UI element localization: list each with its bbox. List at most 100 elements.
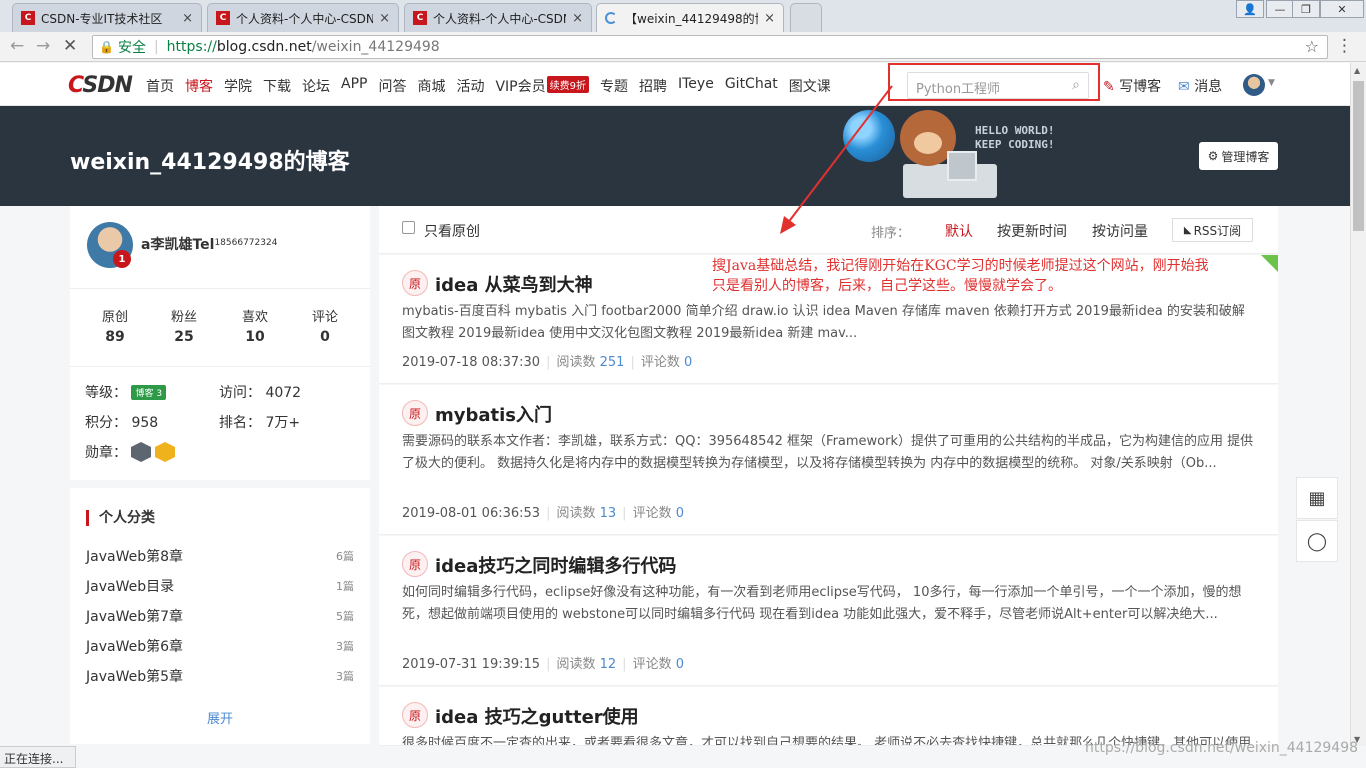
new-tab-button[interactable]	[790, 3, 822, 32]
tab-title: 个人资料-个人中心-CSDN	[236, 11, 374, 26]
close-tab-icon[interactable]: ×	[572, 11, 583, 26]
scrollbar-thumb[interactable]	[1353, 81, 1364, 231]
profile-card: 1 a李凯雄Tel18566772324 原创 89 粉丝 25 喜欢 10 评论 0 …	[70, 206, 370, 480]
sort-by-updated[interactable]: 按更新时间	[997, 221, 1067, 241]
nav-item-home[interactable]: 首页	[146, 76, 174, 109]
qr-code-icon[interactable]: ▦	[1296, 477, 1338, 519]
expand-link[interactable]: 展开	[70, 708, 370, 727]
gear-icon: ⚙	[1207, 149, 1219, 163]
article-item: 原 idea 技巧之gutter使用 很多时候百度不一定查的出来，或者要看很多文…	[379, 687, 1278, 746]
write-blog-link[interactable]: ✎ 写博客	[1103, 76, 1161, 96]
close-window-button[interactable]: ✕	[1320, 0, 1364, 18]
nav-item-forum[interactable]: 论坛	[302, 76, 330, 109]
url-input[interactable]: 🔒 安全 | https://blog.csdn.net/weixin_4412…	[92, 35, 1328, 59]
status-bar: 正在连接...	[0, 746, 76, 768]
pen-icon: ✎	[1103, 79, 1115, 95]
nav-item-topics[interactable]: 专题	[600, 76, 628, 109]
csdn-logo[interactable]: CSDN	[68, 73, 133, 98]
nav-item-qa[interactable]: 问答	[378, 76, 406, 109]
user-avatar[interactable]	[1243, 74, 1265, 96]
tab-title: 【weixin_44129498的博	[625, 11, 759, 26]
category-item[interactable]: JavaWeb第7章 5篇	[86, 606, 354, 626]
manage-blog-button[interactable]: ⚙ 管理博客	[1199, 142, 1278, 170]
profile-icon[interactable]: 👤	[1236, 0, 1264, 18]
article-summary[interactable]: mybatis-百度百科 mybatis 入门 footbar2000 简单介绍…	[402, 301, 1254, 345]
only-original-checkbox[interactable]	[402, 221, 415, 234]
article-title[interactable]: mybatis入门	[435, 401, 552, 427]
category-item[interactable]: JavaWeb目录 1篇	[86, 576, 354, 596]
address-toolbar: ← → ✕ 🔒 安全 | https://blog.csdn.net/weixi…	[0, 32, 1366, 62]
nav-item-blog[interactable]: 博客	[185, 76, 213, 109]
medal-icon[interactable]	[155, 442, 175, 462]
nav-item-app[interactable]: APP	[341, 76, 367, 109]
nav-menu: 首页 博客 学院 下载 论坛 APP 问答 商城 活动 VIP会员 续费9折 专题…	[146, 76, 842, 109]
url-path: /weixin_44129498	[311, 39, 440, 55]
browser-tab[interactable]: C CSDN-专业IT技术社区 ×	[12, 3, 202, 32]
close-tab-icon[interactable]: ×	[379, 11, 390, 26]
csdn-favicon-icon: C	[216, 11, 230, 25]
sort-default[interactable]: 默认	[945, 221, 973, 241]
minimize-button[interactable]: —	[1266, 0, 1294, 18]
url-protocol: https://	[166, 39, 217, 55]
visits-row: 访问： 4072	[219, 385, 302, 401]
tab-title: 个人资料-个人中心-CSDN	[433, 11, 567, 26]
article-summary[interactable]: 需要源码的联系本文作者：李凯雄，联系方式：QQ：395648542 框架（Fra…	[402, 431, 1254, 475]
nav-item-iteye[interactable]: ITeye	[678, 76, 714, 109]
rank-row: 排名： 7万+	[219, 415, 301, 431]
mail-icon: ✉	[1178, 79, 1190, 95]
search-input[interactable]: Python工程师 ⌕	[907, 72, 1089, 99]
stat-comments: 评论 0	[311, 310, 338, 345]
category-item[interactable]: JavaWeb第6章 3篇	[86, 636, 354, 656]
nav-item-vip[interactable]: VIP会员 续费9折	[495, 76, 589, 109]
stop-loading-button[interactable]: ✕	[63, 36, 77, 56]
forward-button[interactable]: →	[36, 36, 50, 56]
medals-row: 勋章：	[85, 442, 175, 462]
customer-service-icon[interactable]: ◯	[1296, 520, 1338, 562]
article-title[interactable]: idea 从菜鸟到大神	[435, 271, 593, 297]
category-item[interactable]: JavaWeb第5章 3篇	[86, 666, 354, 686]
vip-badge: 续费9折	[546, 76, 589, 93]
close-tab-icon[interactable]: ×	[182, 11, 193, 26]
medal-icon[interactable]	[131, 442, 151, 462]
chevron-down-icon[interactable]: ▼	[1268, 78, 1275, 88]
nav-item-mall[interactable]: 商城	[417, 76, 445, 109]
browser-tab-active[interactable]: 【weixin_44129498的博 ×	[596, 3, 784, 32]
browser-tab[interactable]: C 个人资料-个人中心-CSDN ×	[404, 3, 592, 32]
search-icon[interactable]: ⌕	[1072, 77, 1080, 93]
back-button[interactable]: ←	[10, 36, 24, 56]
red-annotation-text: 搜Java基础总结，我记得刚开始在KGC学习的时候老师提过这个网站，刚开始我只是…	[712, 258, 1209, 294]
nav-item-download[interactable]: 下载	[263, 76, 291, 109]
tab-title: CSDN-专业IT技术社区	[41, 11, 163, 26]
vertical-scrollbar[interactable]: ▲ ▼	[1350, 63, 1366, 746]
bookmark-star-icon[interactable]: ☆	[1305, 37, 1319, 56]
nav-item-jobs[interactable]: 招聘	[639, 76, 667, 109]
csdn-favicon-icon: C	[21, 11, 35, 25]
category-item[interactable]: JavaWeb第8章 6篇	[86, 546, 354, 566]
maximize-button[interactable]: ❐	[1292, 0, 1320, 18]
hello-world-text: HELLO WORLD! KEEP CODING!	[975, 124, 1055, 151]
messages-link[interactable]: ✉ 消息	[1178, 76, 1222, 96]
article-title[interactable]: idea技巧之同时编辑多行代码	[435, 552, 676, 578]
stat-fans: 粉丝 25	[170, 310, 197, 345]
profile-avatar[interactable]: 1	[87, 222, 133, 268]
categories-card: 个人分类 JavaWeb第8章 6篇 JavaWeb目录 1篇 JavaWeb第7章…	[70, 488, 370, 744]
menu-icon[interactable]: ⋮	[1336, 36, 1353, 56]
article-summary[interactable]: 如何同时编辑多行代码，eclipse好像没有这种功能，有一次看到老师用eclip…	[402, 582, 1254, 626]
stat-likes: 喜欢 10	[241, 310, 268, 345]
sort-by-visits[interactable]: 按访问量	[1092, 221, 1148, 241]
nav-item-academy[interactable]: 学院	[224, 76, 252, 109]
watermark: https://blog.csdn.net/weixin_44129498	[1085, 740, 1359, 756]
article-title[interactable]: idea 技巧之gutter使用	[435, 703, 639, 729]
original-tag: 原	[402, 270, 428, 296]
close-tab-icon[interactable]: ×	[764, 11, 775, 26]
original-tag: 原	[402, 400, 428, 426]
only-original-label[interactable]: 只看原创	[424, 221, 480, 241]
csdn-favicon-icon: C	[413, 11, 427, 25]
nav-item-events[interactable]: 活动	[456, 76, 484, 109]
browser-tab[interactable]: C 个人资料-个人中心-CSDN ×	[207, 3, 399, 32]
blog-banner: weixin_44129498的博客 HELLO WORLD! KEEP CODI…	[0, 106, 1350, 206]
profile-name[interactable]: a李凯雄Tel18566772324	[141, 234, 277, 254]
rss-button[interactable]: ◣ RSS订阅	[1172, 218, 1253, 242]
article-item: 原 mybatis入门 需要源码的联系本文作者：李凯雄，联系方式：QQ：3956…	[379, 385, 1278, 535]
monitor-illustration-icon	[947, 151, 977, 181]
